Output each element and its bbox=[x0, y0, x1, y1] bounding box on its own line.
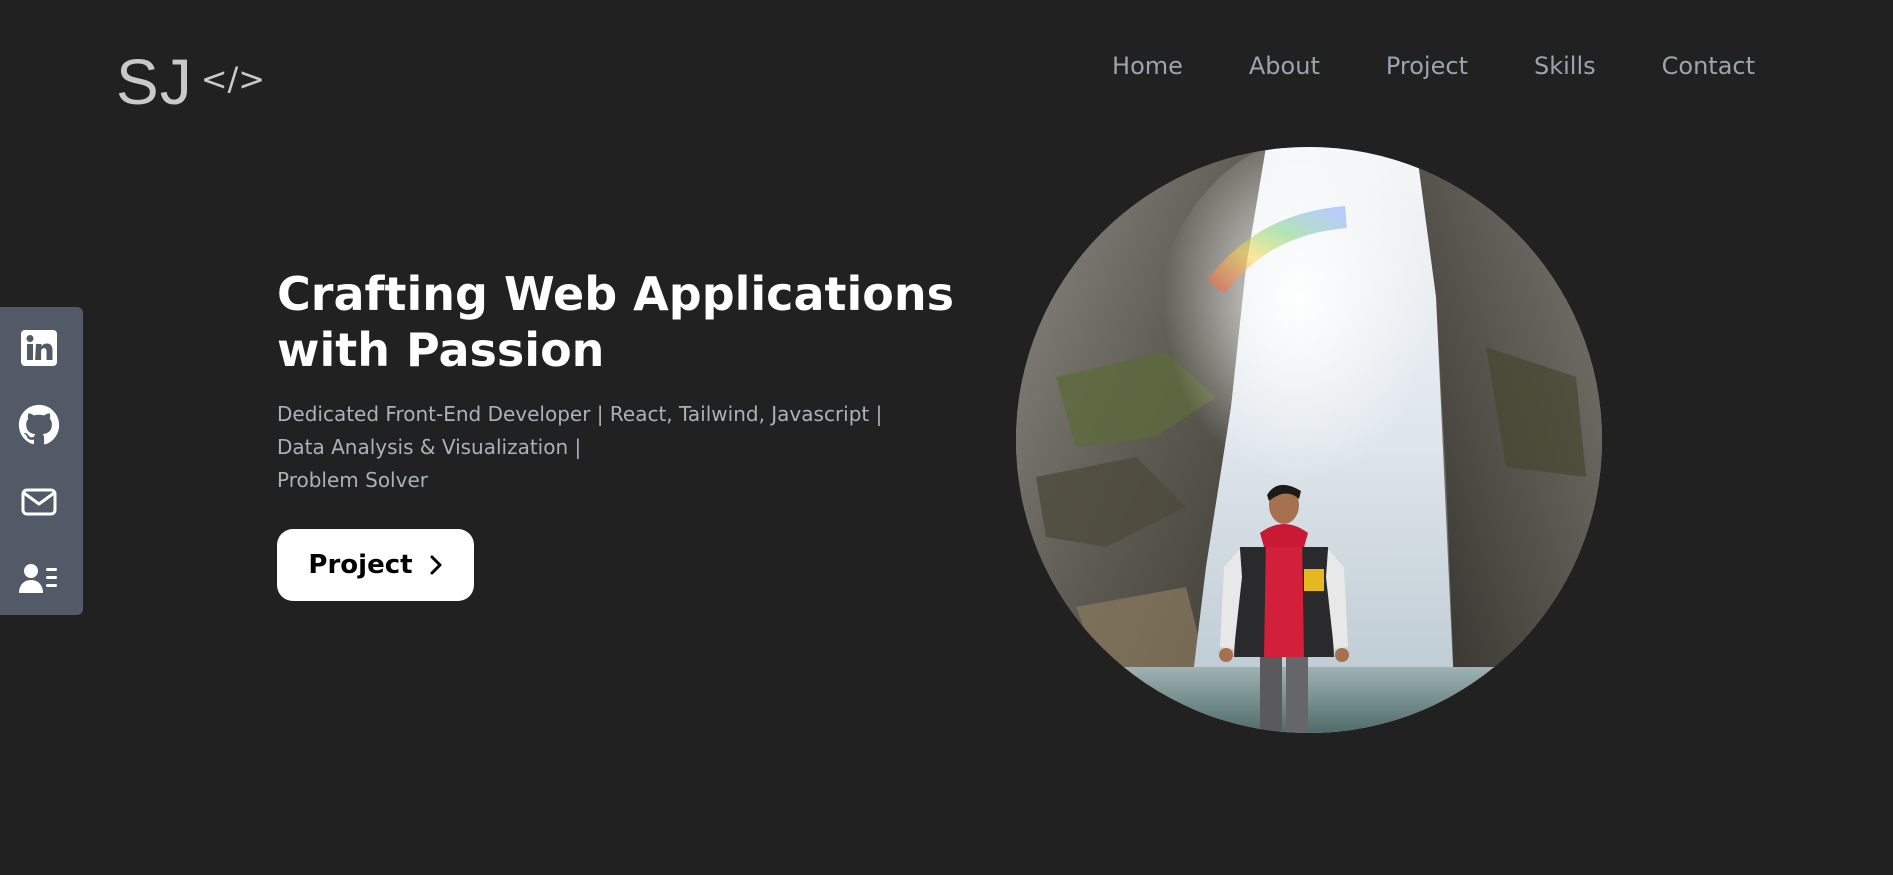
github-link[interactable] bbox=[17, 403, 61, 447]
resume-icon bbox=[19, 564, 57, 593]
hero-subtitle: Dedicated Front-End Developer | React, T… bbox=[277, 398, 917, 497]
nav-item-contact[interactable]: Contact bbox=[1662, 48, 1755, 84]
logo-initials: SJ bbox=[116, 46, 193, 118]
project-button[interactable]: Project bbox=[277, 529, 474, 601]
hero-title-line-1: Crafting Web Applications bbox=[277, 267, 954, 321]
code-brackets-icon: </> bbox=[200, 60, 266, 98]
profile-photo bbox=[1016, 147, 1602, 733]
linkedin-icon bbox=[21, 330, 57, 366]
nav-item-project[interactable]: Project bbox=[1386, 48, 1468, 84]
linkedin-link[interactable] bbox=[17, 326, 61, 370]
mail-icon bbox=[21, 488, 57, 516]
hero-subtitle-line-1: Dedicated Front-End Developer | React, T… bbox=[277, 402, 883, 426]
nav-item-skills[interactable]: Skills bbox=[1534, 48, 1596, 84]
nav-item-home[interactable]: Home bbox=[1112, 48, 1183, 84]
email-link[interactable] bbox=[17, 480, 61, 524]
social-sidebar bbox=[0, 307, 83, 615]
hero-title-line-2: with Passion bbox=[277, 323, 605, 377]
hero-title: Crafting Web Applications with Passion bbox=[277, 266, 957, 378]
site-logo[interactable]: SJ </> bbox=[116, 46, 265, 118]
hero-subtitle-line-2: Data Analysis & Visualization | bbox=[277, 435, 582, 459]
project-button-label: Project bbox=[308, 550, 413, 580]
github-icon bbox=[18, 404, 60, 445]
main-nav: Home About Project Skills Contact bbox=[1112, 48, 1755, 84]
chevron-right-icon bbox=[430, 555, 442, 575]
resume-link[interactable] bbox=[17, 557, 61, 601]
nav-item-about[interactable]: About bbox=[1249, 48, 1320, 84]
hero-subtitle-line-3: Problem Solver bbox=[277, 468, 428, 492]
